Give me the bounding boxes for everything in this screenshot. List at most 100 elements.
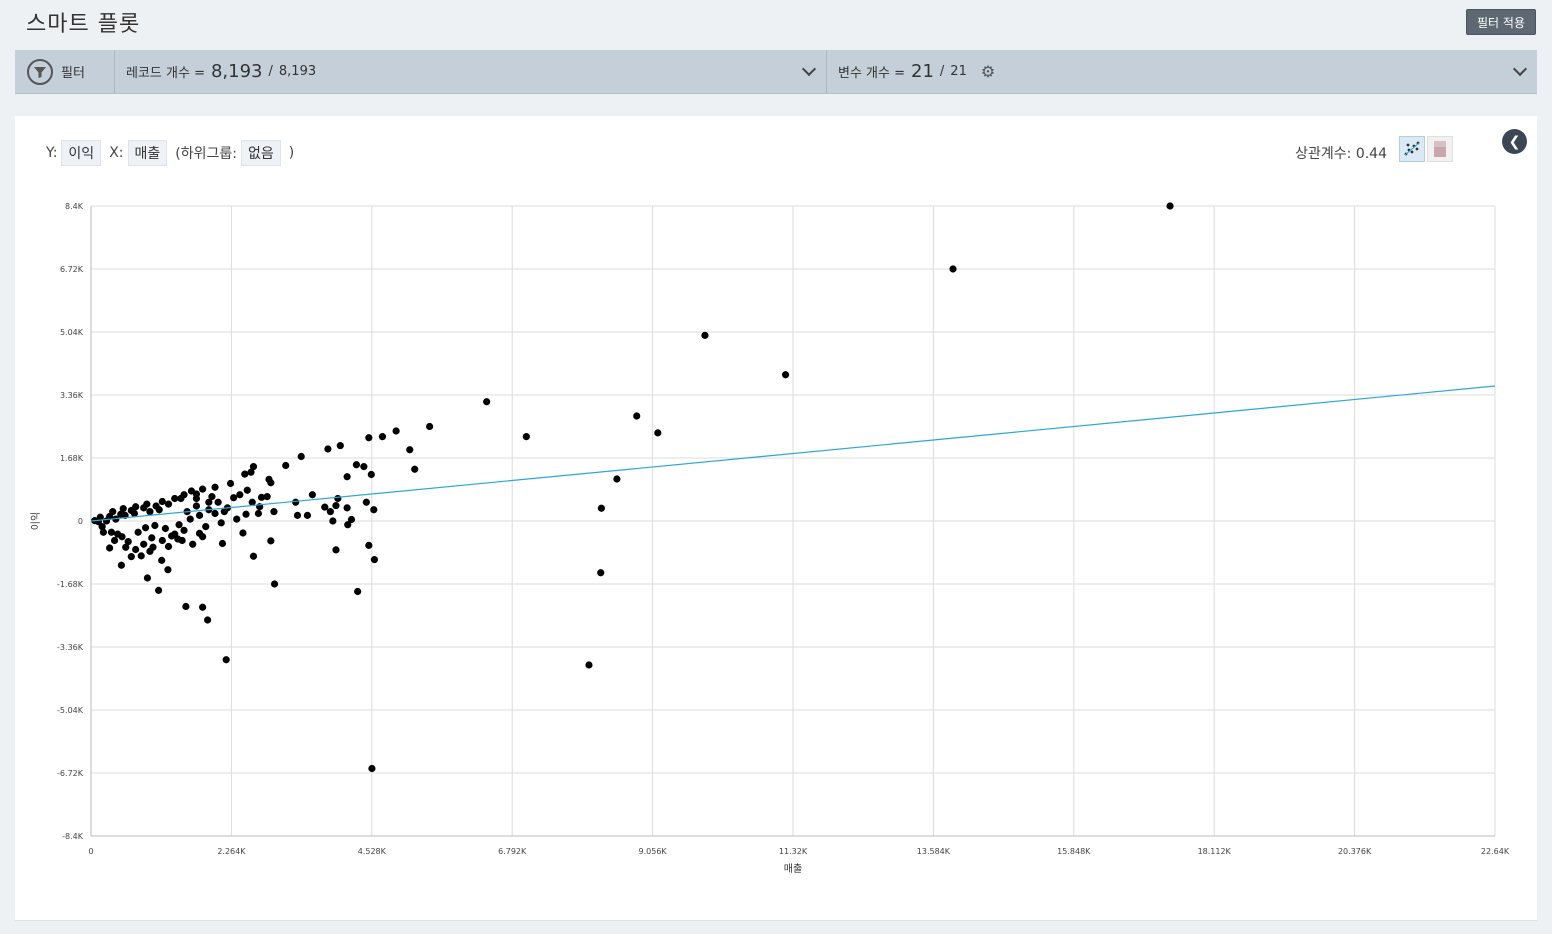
y-axis-label: 이익 <box>30 512 42 530</box>
data-point <box>483 398 491 406</box>
data-point <box>267 479 275 487</box>
data-point <box>175 521 183 529</box>
data-point <box>127 553 135 561</box>
data-point <box>1166 202 1174 210</box>
x-tick-label: 6.792K <box>498 847 527 856</box>
y-tick-label: 1.68K <box>60 454 84 463</box>
data-point <box>140 540 148 548</box>
data-point <box>151 521 159 530</box>
data-point <box>267 537 275 545</box>
x-tick-label: 2.264K <box>217 847 246 856</box>
data-point <box>107 528 116 536</box>
data-point <box>406 446 414 454</box>
data-point <box>249 552 258 560</box>
data-point <box>226 479 235 488</box>
data-point <box>334 494 342 503</box>
funnel-icon <box>27 58 53 85</box>
data-point <box>154 586 163 594</box>
data-point <box>199 485 207 493</box>
y-tick-label: 6.72K <box>60 265 84 274</box>
variable-count-shown: 21 <box>911 61 934 82</box>
data-point <box>367 470 375 479</box>
data-point <box>242 510 250 518</box>
data-point <box>205 498 213 506</box>
data-point <box>152 502 160 510</box>
data-point <box>168 532 176 540</box>
y-tick-label: -6.72K <box>57 769 84 778</box>
data-point <box>392 427 400 435</box>
chevron-down-icon[interactable] <box>801 61 817 77</box>
data-point <box>236 491 244 499</box>
data-point <box>106 544 114 552</box>
data-point <box>195 511 204 519</box>
data-point <box>303 511 312 519</box>
variable-count-total: 21 <box>950 64 967 79</box>
data-point <box>143 500 151 508</box>
record-count-selector[interactable]: 레코드 개수 = 8,193 / 8,193 <box>115 50 827 93</box>
x-tick-label: 15.848K <box>1057 847 1091 856</box>
filter-toggle[interactable]: 필터 <box>15 50 115 93</box>
data-point <box>326 508 334 516</box>
data-point <box>282 461 290 470</box>
data-point <box>343 473 351 481</box>
data-point <box>633 412 641 420</box>
data-point <box>148 534 156 542</box>
data-point <box>189 540 197 548</box>
x-tick-label: 22.64K <box>1481 847 1510 856</box>
data-point <box>199 603 207 611</box>
record-count-shown: 8,193 <box>210 61 263 82</box>
chevron-down-icon[interactable] <box>1512 61 1528 77</box>
y-tick-label: 5.04K <box>60 328 84 337</box>
data-point <box>308 491 316 499</box>
data-point <box>270 508 278 516</box>
y-tick-label: 8.4K <box>65 202 84 211</box>
data-point <box>217 519 225 527</box>
data-point <box>701 331 709 339</box>
data-point <box>164 500 173 508</box>
data-point <box>360 463 368 471</box>
data-point <box>117 561 125 569</box>
data-point <box>143 574 152 582</box>
data-point <box>243 486 251 494</box>
data-point <box>247 468 255 476</box>
x-axis-label: 매출 <box>784 863 802 875</box>
variable-count-label: 변수 개수 = <box>838 66 905 81</box>
data-point <box>182 602 190 611</box>
data-point <box>141 524 150 532</box>
page-title: 스마트 플롯 <box>26 12 141 37</box>
data-point <box>336 442 344 450</box>
data-point <box>137 552 145 560</box>
data-point <box>195 529 204 537</box>
y-tick-label: 0 <box>78 517 83 526</box>
data-point <box>270 580 279 588</box>
x-tick-label: 20.376K <box>1338 847 1372 856</box>
data-point <box>597 569 605 577</box>
y-tick-label: -5.04K <box>57 706 84 715</box>
data-point <box>362 498 370 506</box>
data-point <box>781 371 790 379</box>
x-tick-label: 9.056K <box>639 847 668 856</box>
data-point <box>329 517 337 525</box>
data-point <box>378 433 387 441</box>
y-tick-label: -8.4K <box>62 832 84 841</box>
data-point <box>365 434 373 442</box>
data-point <box>365 541 373 549</box>
data-point <box>158 556 166 564</box>
record-count-separator: / <box>268 64 273 79</box>
data-point <box>202 523 210 531</box>
x-tick-label: 11.32K <box>779 847 808 856</box>
data-point <box>613 475 621 483</box>
data-point <box>332 502 340 510</box>
data-point <box>230 494 238 502</box>
data-point <box>241 470 249 478</box>
data-point <box>522 433 530 441</box>
gear-icon[interactable]: ⚙ <box>981 62 995 81</box>
data-point <box>192 490 201 498</box>
y-tick-label: -1.68K <box>57 580 84 589</box>
data-point <box>257 493 266 501</box>
variable-count-selector[interactable]: 변수 개수 = 21 / 21 ⚙ <box>827 50 1537 93</box>
data-point <box>321 503 329 511</box>
data-point <box>146 508 154 516</box>
apply-filter-button[interactable]: 필터 적용 <box>1466 9 1536 35</box>
data-point <box>218 539 227 548</box>
